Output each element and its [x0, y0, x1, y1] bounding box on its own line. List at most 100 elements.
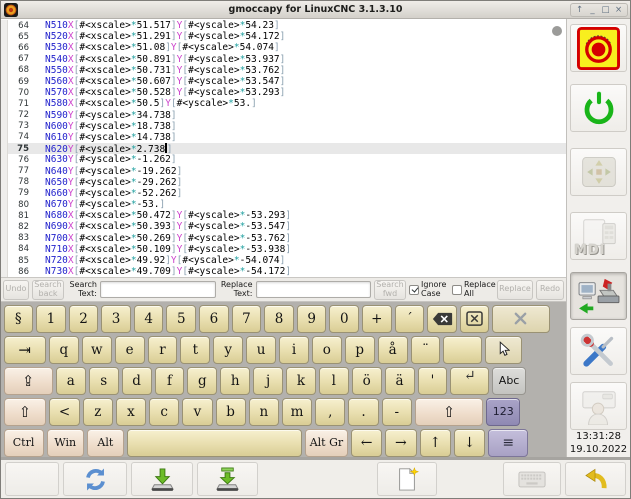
key-j[interactable]: j — [253, 367, 283, 395]
search-back-button[interactable]: Search back — [32, 280, 64, 300]
auto-mode-button[interactable] — [570, 272, 627, 320]
key-d[interactable]: d — [122, 367, 152, 395]
key--[interactable]: - — [382, 398, 412, 426]
key-altgr[interactable]: Alt Gr — [305, 429, 348, 457]
key-s[interactable]: s — [89, 367, 119, 395]
code-line[interactable]: 83N700X[#<xscale>*50.269]Y[#<yscale>*-53… — [1, 233, 566, 244]
key-arrow-left[interactable]: ← — [351, 429, 382, 457]
key-shift-left[interactable]: ⇧ — [4, 398, 47, 426]
key-enter-pad[interactable]: ↵ — [450, 367, 489, 395]
key-f[interactable]: f — [155, 367, 185, 395]
key-n[interactable]: n — [249, 398, 279, 426]
code-line[interactable]: 68N550X[#<xscale>*50.731]Y[#<yscale>*53.… — [1, 65, 566, 76]
key-h[interactable]: h — [220, 367, 250, 395]
key-tab[interactable]: ⇥ — [4, 336, 46, 364]
key-¨[interactable]: ¨ — [411, 336, 441, 364]
key-ctrl[interactable]: Ctrl — [4, 429, 44, 457]
key-5[interactable]: 5 — [166, 305, 196, 333]
key-hide-keyboard[interactable] — [492, 305, 549, 333]
settings-button[interactable] — [570, 327, 627, 375]
key-3[interactable]: 3 — [101, 305, 131, 333]
key-1[interactable]: 1 — [36, 305, 66, 333]
ignore-case-checkbox[interactable] — [409, 285, 419, 295]
key-§[interactable]: § — [4, 305, 34, 333]
back-button[interactable] — [565, 462, 626, 496]
key-arrow-right[interactable]: → — [385, 429, 416, 457]
mdi-mode-button[interactable]: MDI — [570, 212, 627, 260]
key-clear[interactable] — [460, 305, 490, 333]
key-+[interactable]: + — [362, 305, 392, 333]
key-p[interactable]: p — [345, 336, 375, 364]
key-ö[interactable]: ö — [352, 367, 382, 395]
code-line[interactable]: 72N590Y[#<yscale>*34.738] — [1, 110, 566, 121]
key-u[interactable]: u — [246, 336, 276, 364]
editor-scrollbar-thumb[interactable] — [552, 26, 562, 36]
key-k[interactable]: k — [286, 367, 316, 395]
save-file-button[interactable] — [131, 462, 192, 496]
key-q[interactable]: q — [49, 336, 79, 364]
replace-button[interactable]: Replace — [497, 280, 533, 300]
code-line[interactable]: 65N520X[#<xscale>*51.291]Y[#<yscale>*54.… — [1, 31, 566, 42]
save-as-button[interactable] — [197, 462, 258, 496]
key-win[interactable]: Win — [47, 429, 84, 457]
code-line[interactable]: 81N680X[#<xscale>*50.472]Y[#<yscale>*-53… — [1, 210, 566, 221]
code-line[interactable]: 80N670Y[#<yscale>*-53.] — [1, 199, 566, 210]
empty-slot[interactable] — [5, 462, 59, 496]
code-line[interactable]: 64N510X[#<xscale>*51.517]Y[#<yscale>*54.… — [1, 20, 566, 31]
key-<[interactable]: < — [49, 398, 79, 426]
key-capslock[interactable]: ⇪ — [4, 367, 53, 395]
code-line[interactable]: 76N630Y[#<yscale>*-1.262] — [1, 154, 566, 165]
key-4[interactable]: 4 — [134, 305, 164, 333]
code-line[interactable]: 66N530X[#<xscale>*51.08]Y[#<yscale>*54.0… — [1, 42, 566, 53]
key-8[interactable]: 8 — [264, 305, 294, 333]
key-b[interactable]: b — [216, 398, 246, 426]
machine-on-button[interactable] — [570, 84, 627, 132]
key-y[interactable]: y — [213, 336, 243, 364]
key-backspace[interactable] — [427, 305, 457, 333]
user-button[interactable] — [570, 382, 627, 430]
key-v[interactable]: v — [182, 398, 212, 426]
new-file-button[interactable] — [377, 462, 437, 496]
key-a[interactable]: a — [56, 367, 86, 395]
key-9[interactable]: 9 — [297, 305, 327, 333]
key-ä[interactable]: ä — [385, 367, 415, 395]
key-g[interactable]: g — [187, 367, 217, 395]
key-6[interactable]: 6 — [199, 305, 229, 333]
key-space[interactable] — [127, 429, 302, 457]
key-,[interactable]: , — [315, 398, 345, 426]
key-alt[interactable]: Alt — [87, 429, 124, 457]
code-line[interactable]: 79N660Y[#<yscale>*-52.262] — [1, 188, 566, 199]
key-0[interactable]: 0 — [329, 305, 359, 333]
minimize-button[interactable]: _ — [586, 4, 599, 16]
redo-button[interactable]: Redo — [536, 280, 564, 300]
keyboard-toggle-button[interactable] — [503, 462, 561, 496]
maximize-button[interactable]: □ — [599, 4, 612, 16]
code-line[interactable]: 71N580X[#<xscale>*50.5]Y[#<yscale>*53.] — [1, 98, 566, 109]
key-'[interactable]: ' — [418, 367, 448, 395]
code-line[interactable]: 84N710X[#<xscale>*50.109]Y[#<yscale>*-53… — [1, 244, 566, 255]
key-.[interactable]: . — [348, 398, 378, 426]
key-o[interactable]: o — [312, 336, 342, 364]
code-line[interactable]: 78N650Y[#<yscale>*-29.262] — [1, 177, 566, 188]
key-2[interactable]: 2 — [69, 305, 99, 333]
key-i[interactable]: i — [279, 336, 309, 364]
code-line[interactable]: 77N640Y[#<yscale>*-19.262] — [1, 165, 566, 176]
key-7[interactable]: 7 — [232, 305, 262, 333]
key-l[interactable]: l — [319, 367, 349, 395]
search-text-input[interactable] — [100, 281, 216, 298]
code-line[interactable]: 86N730X[#<xscale>*49.709]Y[#<yscale>*-54… — [1, 266, 566, 277]
reload-file-button[interactable] — [63, 462, 127, 496]
code-line[interactable]: 67N540X[#<xscale>*50.891]Y[#<yscale>*53.… — [1, 54, 566, 65]
key-m[interactable]: m — [282, 398, 312, 426]
key-z[interactable]: z — [83, 398, 113, 426]
key-x[interactable]: x — [116, 398, 146, 426]
replace-all-checkbox[interactable] — [452, 285, 462, 295]
key-c[interactable]: c — [149, 398, 179, 426]
undo-button[interactable]: Undo — [3, 280, 29, 300]
key-w[interactable]: w — [82, 336, 112, 364]
key-shift-right[interactable]: ⇧ — [415, 398, 483, 426]
manual-mode-button[interactable] — [570, 148, 627, 196]
code-line[interactable]: 70N570X[#<xscale>*50.528]Y[#<yscale>*53.… — [1, 87, 566, 98]
key-e[interactable]: e — [115, 336, 145, 364]
key-å[interactable]: å — [378, 336, 408, 364]
